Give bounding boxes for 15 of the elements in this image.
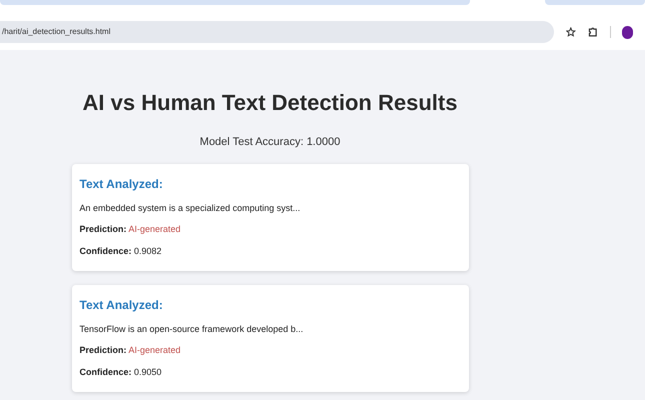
prediction-line: Prediction: AI-generated (80, 344, 182, 357)
star-icon[interactable] (566, 27, 576, 37)
confidence-line: Confidence: 0.9082 (80, 244, 163, 258)
url-text: /harit/ai_detection_results.html (2, 26, 110, 38)
puzzle-icon[interactable] (588, 26, 598, 38)
page-title: AI vs Human Text Detection Results (82, 92, 458, 114)
analyzed-text: TensorFlow is an open-source framework developed b... (80, 322, 304, 336)
prediction-line: Prediction: AI-generated (80, 223, 182, 236)
confidence-line: Confidence: 0.9050 (80, 366, 163, 378)
accuracy-text: Model Test Accuracy: 1.0000 (200, 135, 340, 150)
profile-avatar-icon[interactable] (622, 26, 633, 38)
address-bar[interactable]: /harit/ai_detection_results.html (0, 21, 554, 43)
card-heading: Text Analyzed: (80, 296, 164, 314)
analyzed-text: An embedded system is a specialized computing syst... (80, 202, 302, 215)
card-heading: Text Analyzed: (80, 176, 164, 192)
